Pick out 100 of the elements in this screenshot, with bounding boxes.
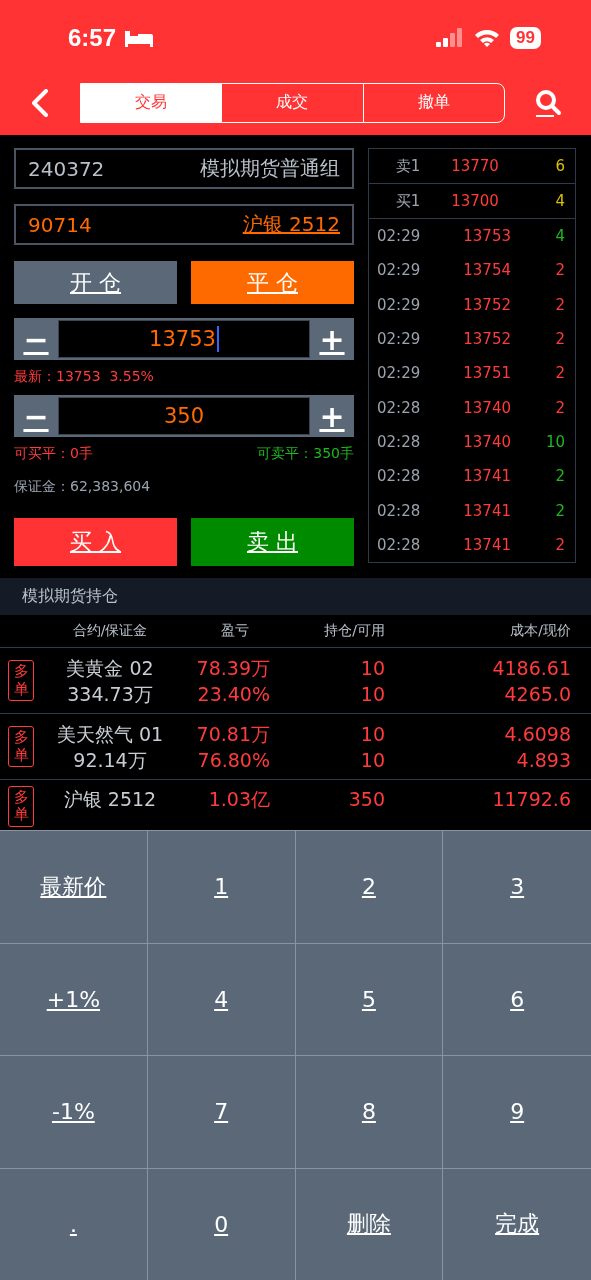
column-header: 持仓/可用: [323, 622, 385, 640]
trade-price: 13752: [462, 330, 511, 349]
back-icon[interactable]: [31, 88, 49, 117]
contract-name[interactable]: 沪银 2512: [50, 786, 170, 812]
quote-volume: 4: [554, 192, 565, 210]
long-badge: 多单: [8, 726, 34, 767]
keypad-key[interactable]: 5: [295, 942, 444, 1055]
trade-price: 13752: [462, 295, 511, 314]
contract-name[interactable]: 美黄金 02: [50, 654, 170, 681]
trade-time: 02:28: [377, 501, 422, 520]
keypad-key[interactable]: 8: [295, 1055, 444, 1168]
keypad-key[interactable]: 4: [147, 942, 296, 1055]
sell-close-available: 可卖平：350手: [257, 445, 354, 463]
buy-close-available: 可买平：0手: [14, 445, 93, 463]
tab[interactable]: 交易: [81, 83, 222, 122]
latest-price: 最新：13753 3.55%: [14, 368, 154, 386]
mode-button[interactable]: 开 仓: [14, 261, 177, 304]
search-icon[interactable]: [534, 87, 562, 118]
trade-price: 13741: [462, 467, 511, 486]
trade-volume: 2: [554, 364, 565, 383]
margin-value: 334.73万: [66, 681, 154, 707]
column-header: 合约/保证金: [71, 622, 149, 640]
column-header: 盈亏: [220, 622, 250, 640]
quote-price: 13700: [450, 192, 500, 210]
trade-time: 02:29: [377, 227, 422, 246]
keypad-key[interactable]: -1%: [0, 1055, 148, 1168]
buy-button[interactable]: 买 入: [14, 518, 177, 566]
quantity-field[interactable]: 350: [58, 397, 310, 435]
trade-time: 02:29: [377, 295, 422, 314]
margin-text: 保证金：62,383,604: [14, 478, 151, 496]
trade-volume: 2: [554, 295, 565, 314]
battery-indicator: 99: [510, 27, 541, 50]
trade-price: 13754: [462, 261, 511, 280]
cost-price: 11792.6: [491, 787, 571, 812]
trade-time: 02:29: [377, 261, 422, 280]
quote-price: 13770: [450, 157, 500, 175]
trade-price: 13751: [462, 364, 511, 383]
trade-volume: 2: [554, 330, 565, 349]
long-badge: 多单: [8, 786, 34, 827]
margin-value: 92.14万: [72, 747, 148, 773]
trade-volume: 10: [544, 432, 565, 451]
available-qty: 10: [359, 747, 385, 773]
keypad-key[interactable]: 最新价: [0, 830, 148, 943]
cost-price: 4186.61: [491, 655, 571, 681]
available-qty: 10: [359, 681, 385, 707]
keypad-key[interactable]: 2: [295, 830, 444, 943]
contract-name[interactable]: 美天然气 01: [50, 720, 170, 747]
trade-price: 13740: [462, 398, 511, 417]
pnl-value: 1.03亿: [207, 787, 270, 812]
current-price: 4265.0: [503, 681, 571, 707]
trade-price: 13741: [462, 535, 511, 554]
tab[interactable]: 撤单: [362, 83, 504, 122]
contract-field[interactable]: 90714 沪银 2512: [14, 204, 354, 245]
trade-time: 02:28: [377, 398, 422, 417]
position-qty: 10: [359, 721, 385, 747]
decrement-button[interactable]: −: [14, 318, 58, 360]
account-field[interactable]: 240372 模拟期货普通组: [14, 148, 354, 189]
pnl-percent: 23.40%: [196, 681, 270, 707]
trade-volume: 2: [554, 535, 565, 554]
trade-price: 13753: [462, 227, 511, 246]
keypad-key[interactable]: 7: [147, 1055, 296, 1168]
long-badge: 多单: [8, 660, 34, 701]
keypad-key[interactable]: +1%: [0, 942, 148, 1055]
trade-time: 02:28: [377, 432, 422, 451]
trade-volume: 2: [554, 501, 565, 520]
pnl-percent: 76.80%: [196, 747, 270, 773]
keypad-key[interactable]: 0: [147, 1167, 296, 1280]
position-qty: 350: [347, 787, 385, 812]
current-price: 4.893: [515, 747, 571, 773]
quote-volume: 6: [554, 157, 565, 175]
position-qty: 10: [359, 655, 385, 681]
keypad-key[interactable]: 删除: [295, 1167, 444, 1280]
cost-price: 4.6098: [503, 721, 571, 747]
price-field[interactable]: 13753: [58, 320, 310, 358]
increment-button[interactable]: +: [310, 318, 354, 360]
column-header: 成本/现价: [509, 622, 571, 640]
quote-label: 买1: [394, 191, 422, 211]
trade-time: 02:28: [377, 467, 422, 486]
keypad-key[interactable]: .: [0, 1167, 148, 1280]
pnl-value: 70.81万: [195, 721, 270, 747]
trade-volume: 2: [554, 261, 565, 280]
section-title: 模拟期货持仓: [0, 578, 591, 615]
trade-price: 13740: [462, 432, 511, 451]
clock: 6:57: [68, 24, 117, 53]
trade-volume: 2: [554, 467, 565, 486]
tab[interactable]: 成交: [221, 83, 363, 122]
quote-label: 卖1: [394, 156, 422, 176]
trade-volume: 4: [554, 227, 565, 246]
bed-icon: [124, 29, 155, 48]
sell-button[interactable]: 卖 出: [191, 518, 354, 566]
trade-price: 13741: [462, 501, 511, 520]
signal-icon: [436, 28, 465, 49]
trade-volume: 2: [554, 398, 565, 417]
wifi-icon: [474, 28, 501, 49]
trade-time: 02:29: [377, 330, 422, 349]
decrement-button[interactable]: −: [14, 395, 58, 437]
mode-button[interactable]: 平 仓: [191, 261, 354, 304]
keypad-key[interactable]: 1: [147, 830, 296, 943]
pnl-value: 78.39万: [195, 655, 270, 681]
increment-button[interactable]: +: [310, 395, 354, 437]
